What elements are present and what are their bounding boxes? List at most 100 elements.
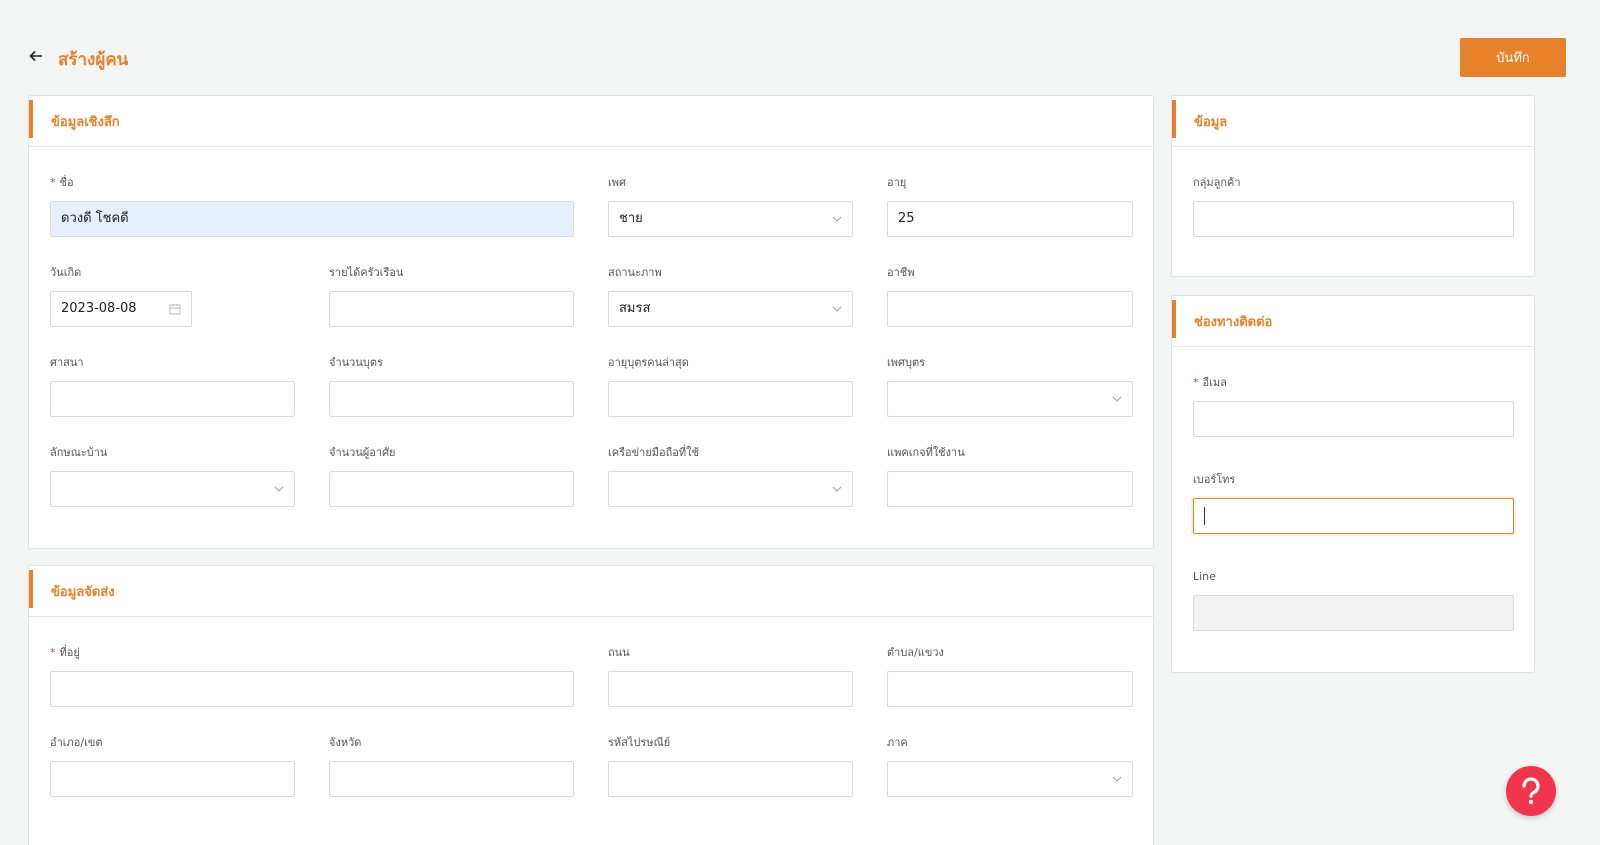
required-mark: *	[1193, 376, 1199, 389]
package-field: แพคเกจที่ใช้งาน	[887, 445, 1133, 507]
network-field: เครือข่ายมือถือที่ใช้	[608, 445, 853, 507]
chevron-down-icon	[274, 486, 284, 492]
child-gender-select[interactable]	[887, 381, 1133, 417]
marital-field: สถานะภาพ สมรส	[608, 265, 853, 327]
page-title: สร้างผู้คน	[58, 50, 129, 70]
gender-select[interactable]: ชาย	[608, 201, 853, 237]
occupation-field: อาชีพ	[887, 265, 1133, 327]
save-button[interactable]: บันทึก	[1460, 38, 1566, 77]
road-input[interactable]	[608, 671, 853, 707]
info-card: ข้อมูล กลุ่มลูกค้า	[1171, 95, 1535, 277]
religion-input[interactable]	[50, 381, 295, 417]
customer-group-field: กลุ่มลูกค้า	[1193, 175, 1514, 237]
contact-card-header: ช่องทางติดต่อ	[1172, 296, 1534, 347]
contact-card-title: ช่องทางติดต่อ	[1194, 315, 1273, 330]
contact-card: ช่องทางติดต่อ * อีเมล เบอร์โทร Line	[1171, 295, 1535, 673]
road-field: ถนน	[608, 645, 853, 707]
district-input[interactable]	[50, 761, 295, 797]
religion-label: ศาสนา	[50, 356, 84, 369]
district-label: อำเภอ/เขต	[50, 736, 103, 749]
postcode-input[interactable]	[608, 761, 853, 797]
age-field: อายุ 25	[887, 175, 1133, 237]
phone-field: เบอร์โทร	[1193, 472, 1514, 534]
marital-select[interactable]: สมรส	[608, 291, 853, 327]
house-type-field: ลักษณะบ้าน	[50, 445, 295, 507]
religion-field: ศาสนา	[50, 355, 295, 417]
income-field: รายได้ครัวเรือน	[329, 265, 574, 327]
section-accent-bar	[29, 100, 33, 138]
insight-card-header: ข้อมูลเชิงลึก	[29, 96, 1153, 147]
youngest-age-input[interactable]	[608, 381, 853, 417]
children-label: จำนวนบุตร	[329, 356, 383, 369]
email-field: * อีเมล	[1193, 375, 1514, 437]
income-label: รายได้ครัวเรือน	[329, 266, 404, 279]
gender-field: เพศ ชาย	[608, 175, 853, 237]
region-select[interactable]	[887, 761, 1133, 797]
help-button[interactable]	[1506, 766, 1556, 816]
help-question-icon	[1522, 777, 1540, 805]
section-accent-bar	[29, 570, 33, 608]
chevron-down-icon	[832, 486, 842, 492]
network-select[interactable]	[608, 471, 853, 507]
age-input[interactable]: 25	[887, 201, 1133, 237]
gender-select-value: ชาย	[619, 211, 643, 226]
delivery-card: ข้อมูลจัดส่ง * ที่อยู่ ถนน ตำบล/แขวง อำเภ…	[28, 565, 1154, 845]
package-label: แพคเกจที่ใช้งาน	[887, 446, 965, 459]
child-gender-label: เพศบุตร	[887, 356, 926, 369]
phone-input[interactable]	[1193, 498, 1514, 534]
province-label: จังหวัด	[329, 736, 362, 749]
chevron-down-icon	[832, 216, 842, 222]
postcode-label: รหัสไปรษณีย์	[608, 736, 671, 749]
children-input[interactable]	[329, 381, 574, 417]
province-field: จังหวัด	[329, 735, 574, 797]
customer-group-label: กลุ่มลูกค้า	[1193, 176, 1241, 189]
name-input[interactable]: ดวงดี โชคดี	[50, 201, 574, 237]
name-label: ชื่อ	[59, 176, 74, 189]
house-type-select[interactable]	[50, 471, 295, 507]
required-mark: *	[50, 646, 56, 659]
district-field: อำเภอ/เขต	[50, 735, 295, 797]
network-label: เครือข่ายมือถือที่ใช้	[608, 446, 699, 459]
province-input[interactable]	[329, 761, 574, 797]
gender-label: เพศ	[608, 176, 626, 189]
marital-select-value: สมรส	[619, 301, 651, 316]
name-field: * ชื่อ ดวงดี โชคดี	[50, 175, 574, 237]
address-input[interactable]	[50, 671, 574, 707]
delivery-card-title: ข้อมูลจัดส่ง	[51, 585, 115, 600]
insight-card-title: ข้อมูลเชิงลึก	[51, 115, 120, 130]
residents-label: จำนวนผู้อาศัย	[329, 446, 396, 459]
birthday-value: 2023-08-08	[61, 301, 137, 316]
children-field: จำนวนบุตร	[329, 355, 574, 417]
subdistrict-input[interactable]	[887, 671, 1133, 707]
youngest-age-field: อายุบุตรคนล่าสุด	[608, 355, 853, 417]
house-type-label: ลักษณะบ้าน	[50, 446, 108, 459]
customer-group-input[interactable]	[1193, 201, 1514, 237]
section-accent-bar	[1172, 300, 1176, 338]
chevron-down-icon	[1112, 776, 1122, 782]
child-gender-field: เพศบุตร	[887, 355, 1133, 417]
marital-label: สถานะภาพ	[608, 266, 662, 279]
birthday-label: วันเกิด	[50, 266, 82, 279]
occupation-label: อาชีพ	[887, 266, 915, 279]
age-label: อายุ	[887, 176, 907, 189]
chevron-down-icon	[1112, 396, 1122, 402]
subdistrict-label: ตำบล/แขวง	[887, 646, 944, 659]
income-input[interactable]	[329, 291, 574, 327]
email-input[interactable]	[1193, 401, 1514, 437]
package-input[interactable]	[887, 471, 1133, 507]
text-caret	[1204, 507, 1205, 525]
youngest-age-label: อายุบุตรคนล่าสุด	[608, 356, 689, 369]
line-label: Line	[1193, 570, 1216, 583]
postcode-field: รหัสไปรษณีย์	[608, 735, 853, 797]
occupation-input[interactable]	[887, 291, 1133, 327]
chevron-down-icon	[832, 306, 842, 312]
road-label: ถนน	[608, 646, 630, 659]
back-arrow-icon[interactable]	[28, 48, 44, 64]
residents-input[interactable]	[329, 471, 574, 507]
line-input[interactable]	[1193, 595, 1514, 631]
page-header: สร้างผู้คน บันทึก	[28, 38, 1566, 78]
insight-card: ข้อมูลเชิงลึก * ชื่อ ดวงดี โชคดี เพศ ชาย …	[28, 95, 1154, 549]
birthday-field: วันเกิด 2023-08-08	[50, 265, 192, 327]
birthday-datepicker[interactable]: 2023-08-08	[50, 291, 192, 327]
region-label: ภาค	[887, 736, 908, 749]
